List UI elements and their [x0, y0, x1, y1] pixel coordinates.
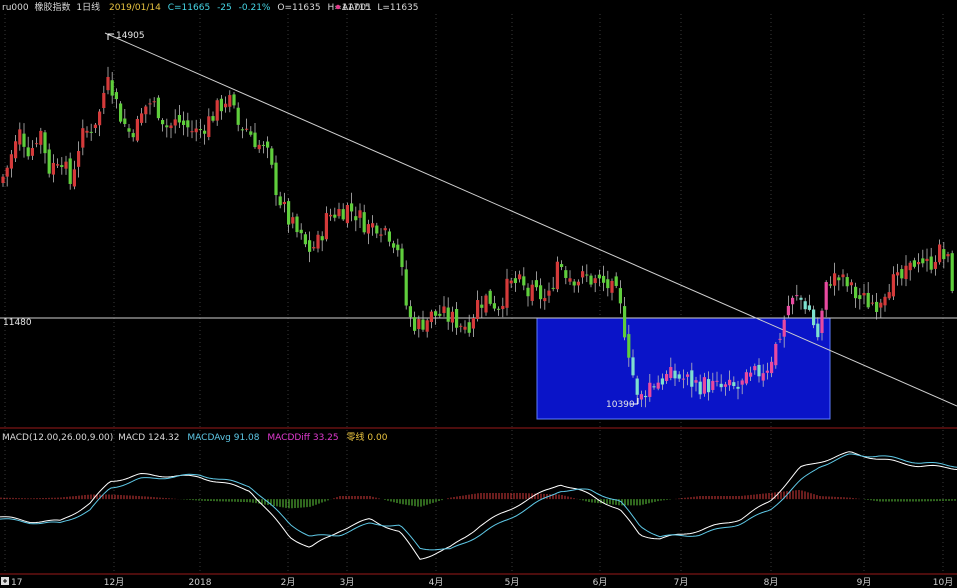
- candle: [774, 342, 778, 369]
- candle: [950, 250, 954, 294]
- change-pct: -0.21%: [239, 3, 271, 13]
- candle: [555, 256, 559, 293]
- bar-date: 2019/01/14: [109, 3, 161, 13]
- symbol: ru000: [2, 3, 29, 13]
- candle: [488, 289, 492, 306]
- candle: [156, 95, 160, 121]
- macd-diff-value: MACDDiff 33.25: [267, 433, 338, 443]
- x-tick-label: 2月: [281, 577, 296, 588]
- x-tick-label: 8月: [764, 577, 779, 588]
- open-value: O=11635: [277, 3, 320, 13]
- level-label: 11480: [3, 318, 32, 328]
- macd-avg-value: MACDAvg 91.08: [187, 433, 259, 443]
- x-tick-label: 17: [11, 578, 22, 588]
- candle: [135, 115, 139, 143]
- zero-line-value: 零线 0.00: [347, 431, 388, 443]
- indicator-name: AA001: [342, 3, 372, 13]
- x-tick-label: 12月: [104, 577, 124, 588]
- low-value: L=11635: [377, 3, 418, 13]
- x-tick-label: 7月: [674, 577, 689, 588]
- symbol-name: 橡胶指数: [34, 1, 70, 13]
- x-tick-label: 2018: [189, 578, 212, 588]
- candle: [119, 101, 123, 124]
- settings-icon[interactable]: [1, 577, 9, 585]
- close-value: C=11665: [168, 3, 210, 13]
- low-label: 10390: [606, 400, 635, 410]
- indicator-dot-icon: [335, 4, 341, 10]
- macd-title: MACD(12.00,26.00,9.00): [2, 433, 113, 443]
- x-tick-label: 4月: [429, 577, 444, 588]
- x-tick-label: 10月: [933, 577, 953, 588]
- period: 1日线: [76, 1, 100, 13]
- consolidation-box: [536, 317, 831, 420]
- x-tick-label: 3月: [340, 577, 355, 588]
- high-label: 14905: [116, 31, 145, 41]
- macd-header: MACD(12.00,26.00,9.00) MACD 124.32 MACDA…: [2, 431, 388, 443]
- x-tick-label: 6月: [593, 577, 608, 588]
- x-tick-label: 5月: [505, 577, 520, 588]
- macd-value: MACD 124.32: [118, 433, 179, 443]
- price-chart[interactable]: 14905 10390 11480 ru000 橡胶指数 1日线 2019/01…: [0, 0, 957, 588]
- x-tick-label: 9月: [857, 577, 872, 588]
- change-value: -25: [217, 3, 232, 13]
- low-marker: 10390: [606, 398, 639, 410]
- chart-background: [0, 0, 957, 588]
- candle: [484, 293, 488, 316]
